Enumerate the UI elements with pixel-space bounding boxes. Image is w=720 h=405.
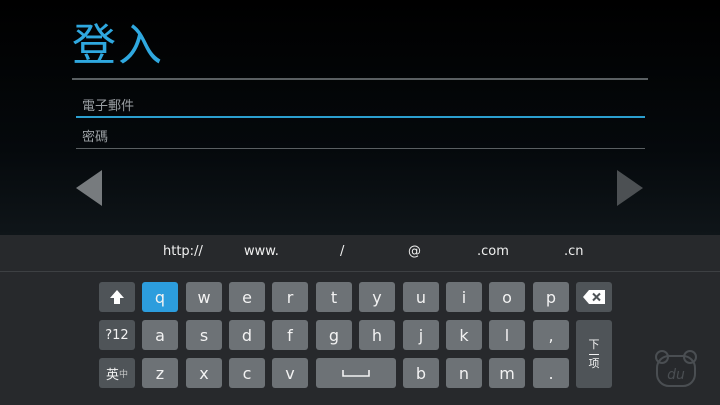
suggestion-at[interactable]: @ (408, 244, 421, 259)
key-p[interactable]: p (533, 282, 569, 312)
key-q[interactable]: q (142, 282, 178, 312)
key-c[interactable]: c (229, 358, 265, 388)
key-period[interactable]: . (533, 358, 569, 388)
suggestion-cn[interactable]: .cn (564, 244, 584, 259)
shift-arrow-icon (110, 290, 124, 304)
language-switch-key[interactable]: 英中 (99, 358, 135, 388)
key-d[interactable]: d (229, 320, 265, 350)
key-w[interactable]: w (186, 282, 222, 312)
next-key-dash (589, 353, 599, 355)
email-field[interactable] (76, 95, 645, 118)
key-u[interactable]: u (403, 282, 439, 312)
suggestion-slash[interactable]: / (340, 244, 344, 259)
symbols-key[interactable]: ?12 (99, 320, 135, 350)
key-t[interactable]: t (316, 282, 352, 312)
next-item-key[interactable]: 下 项 (576, 320, 612, 388)
suggestion-www[interactable]: www. (244, 244, 279, 259)
suggestion-com[interactable]: .com (477, 244, 509, 259)
next-key-label-bottom: 项 (588, 356, 600, 370)
key-g[interactable]: g (316, 320, 352, 350)
key-s[interactable]: s (186, 320, 222, 350)
backspace-icon (583, 290, 605, 304)
password-input[interactable] (82, 126, 622, 148)
page-title: 登入 (72, 20, 164, 71)
svg-text:du: du (667, 367, 685, 383)
key-n[interactable]: n (446, 358, 482, 388)
key-b[interactable]: b (403, 358, 439, 388)
email-input[interactable] (82, 95, 622, 117)
key-z[interactable]: z (142, 358, 178, 388)
key-y[interactable]: y (359, 282, 395, 312)
key-a[interactable]: a (142, 320, 178, 350)
backspace-key[interactable] (576, 282, 612, 312)
key-j[interactable]: j (403, 320, 439, 350)
key-comma[interactable]: , (533, 320, 569, 350)
key-e[interactable]: e (229, 282, 265, 312)
key-r[interactable]: r (272, 282, 308, 312)
triangle-right-icon[interactable] (617, 170, 643, 206)
space-bar-icon (342, 370, 370, 377)
key-v[interactable]: v (272, 358, 308, 388)
bear-du-logo-icon: du (655, 350, 697, 387)
key-i[interactable]: i (446, 282, 482, 312)
key-l[interactable]: l (489, 320, 525, 350)
key-x[interactable]: x (186, 358, 222, 388)
key-f[interactable]: f (272, 320, 308, 350)
next-key-label-top: 下 (588, 337, 600, 351)
login-panel: 登入 (0, 0, 720, 235)
key-m[interactable]: m (489, 358, 525, 388)
suggestion-bar: http:// www. / @ .com .cn (0, 235, 720, 272)
shift-key[interactable] (99, 282, 135, 312)
title-divider (72, 78, 648, 80)
triangle-left-icon[interactable] (76, 170, 102, 206)
key-o[interactable]: o (489, 282, 525, 312)
key-k[interactable]: k (446, 320, 482, 350)
soft-keyboard: http:// www. / @ .com .cn q w e r t y u … (0, 235, 720, 405)
space-key[interactable] (316, 358, 396, 388)
suggestion-http[interactable]: http:// (163, 244, 203, 259)
password-field[interactable] (76, 126, 645, 149)
key-h[interactable]: h (359, 320, 395, 350)
